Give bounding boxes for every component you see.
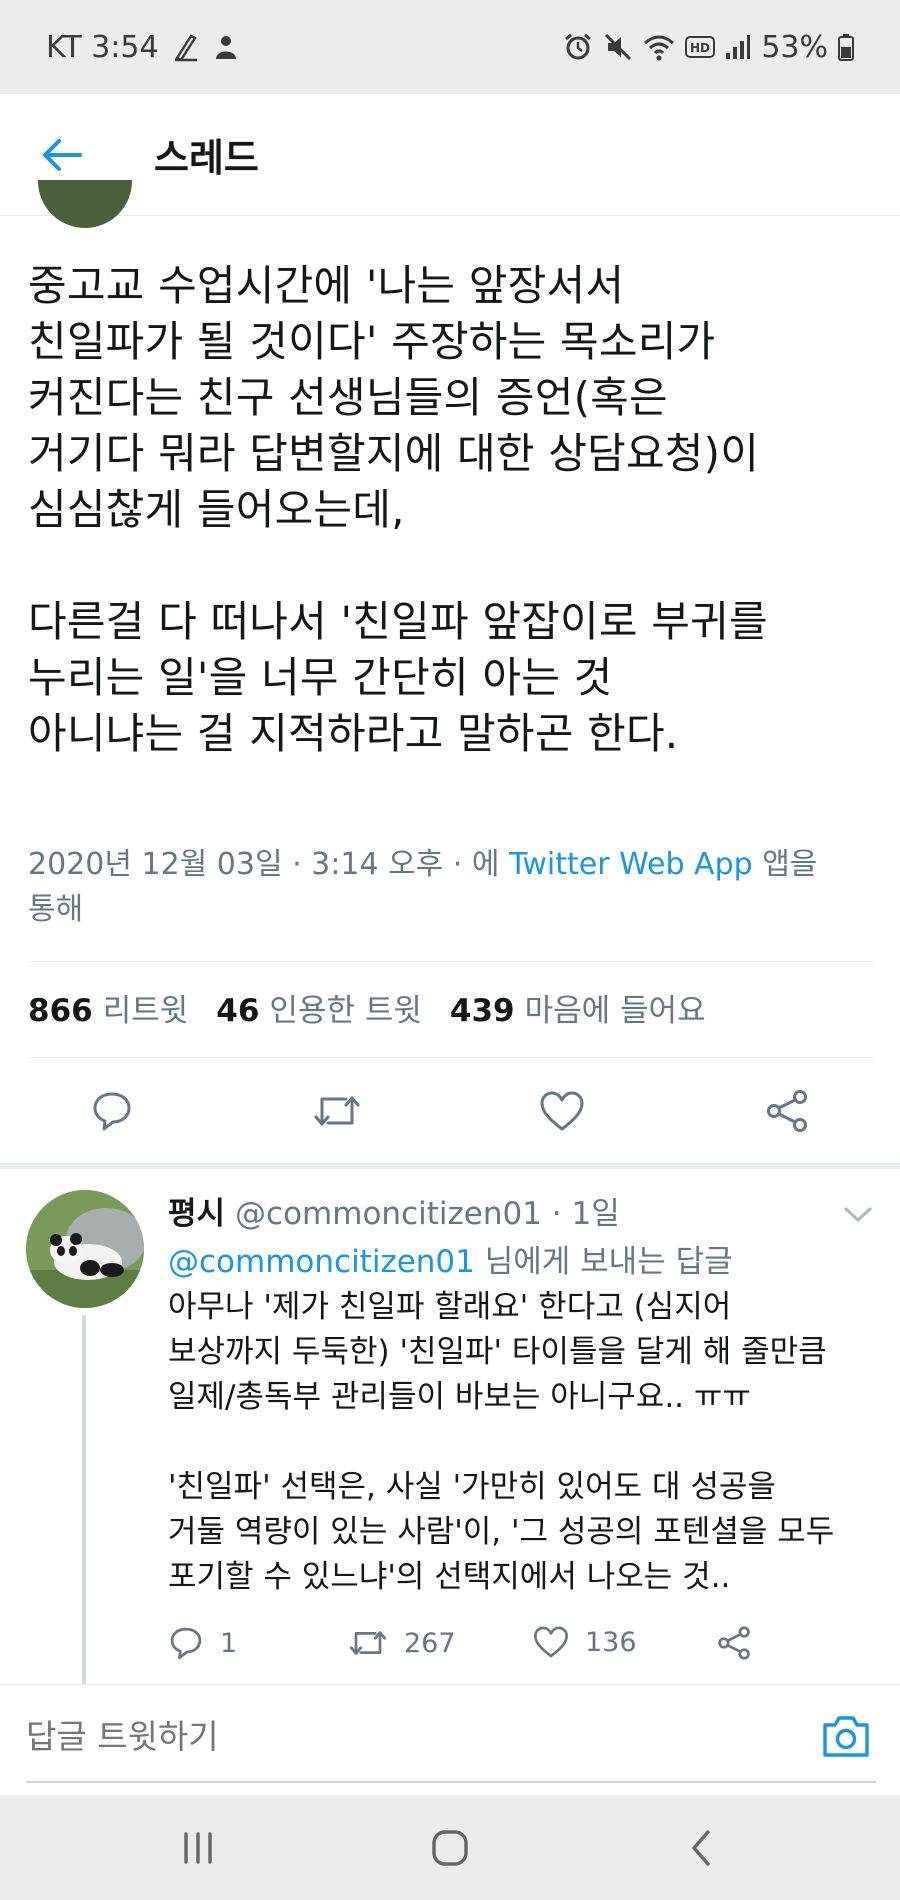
carrier-time: KT 3:54 <box>46 29 159 65</box>
status-right: HD 53% <box>563 30 854 65</box>
reply-like-count: 136 <box>585 1626 637 1658</box>
mute-icon <box>603 32 633 62</box>
home-icon <box>432 1830 468 1866</box>
quotes-label: 인용한 트윗 <box>269 993 422 1029</box>
divider <box>28 1057 874 1058</box>
app-notification-icon <box>213 33 239 61</box>
reply-retweet-count: 267 <box>404 1627 456 1659</box>
replying-to-suffix: 님에게 보내는 답글 <box>474 1244 733 1280</box>
signature-pen-icon <box>173 32 199 62</box>
retweet-button[interactable] <box>312 1086 362 1136</box>
likes-stat[interactable]: 439 마음에 들어요 <box>450 985 706 1030</box>
like-button[interactable] <box>537 1086 587 1136</box>
quotes-count: 46 <box>216 993 260 1029</box>
share-icon <box>767 1090 807 1132</box>
retweet-icon <box>314 1096 360 1126</box>
tweet-actions <box>0 1080 900 1142</box>
battery-icon <box>838 33 854 61</box>
tweet-timestamp: 2020년 12월 03일 · 3:14 오후 · 에 <box>28 847 510 882</box>
reply-compose-input[interactable] <box>26 1707 786 1767</box>
reply-actions: 1 267 136 <box>168 1625 868 1670</box>
thread-header: 스레드 <box>0 94 900 216</box>
divider <box>28 961 874 962</box>
retweets-stat[interactable]: 866 리트윗 <box>28 985 188 1030</box>
likes-count: 439 <box>449 993 515 1029</box>
share-button[interactable] <box>762 1086 812 1136</box>
reply-button[interactable] <box>87 1086 137 1136</box>
back-nav-button[interactable] <box>676 1825 726 1871</box>
reply-reply-count: 1 <box>220 1627 238 1659</box>
reply-text: 아무나 '제가 친일파 할래요' 한다고 (심지어 보상까지 두둑한) '친일파… <box>168 1289 835 1595</box>
tweet-meta: 2020년 12월 03일 · 3:14 오후 · 에 Twitter Web … <box>28 842 878 932</box>
thread-line <box>82 1315 86 1685</box>
compose-bar <box>0 1685 900 1795</box>
camera-button[interactable] <box>820 1713 872 1765</box>
reply-header: 평시 @commoncitizen01 · 1일 <box>168 1188 620 1233</box>
likes-label: 마음에 들어요 <box>524 993 706 1029</box>
share-icon <box>718 1626 750 1660</box>
reply-reply-button[interactable]: 1 <box>168 1625 237 1661</box>
retweets-count: 866 <box>28 993 93 1029</box>
replying-to: @commoncitizen01 님에게 보내는 답글 <box>168 1236 733 1281</box>
alarm-icon <box>563 32 593 62</box>
back-arrow-icon <box>43 138 82 171</box>
retweet-icon <box>349 1631 387 1655</box>
chevron-down-icon <box>844 1207 872 1222</box>
reply-tweet[interactable]: 평시 @commoncitizen01 · 1일 @commoncitizen0… <box>0 1170 900 1685</box>
reply-author-name[interactable]: 평시 <box>168 1188 225 1233</box>
chevron-left-icon <box>692 1830 710 1866</box>
recent-apps-button[interactable] <box>173 1825 223 1871</box>
system-nav-bar <box>0 1795 900 1900</box>
reply-handle-time: @commoncitizen01 · 1일 <box>235 1196 620 1232</box>
main-tweet-text: 중고교 수업시간에 '나는 앞장서서 친일파가 될 것이다' 주장하는 목소리가… <box>28 261 768 758</box>
back-button[interactable] <box>30 123 94 187</box>
recent-apps-icon <box>184 1832 212 1864</box>
panda-avatar-image <box>26 1190 144 1308</box>
hd-voice-icon: HD <box>685 34 716 60</box>
signal-icon <box>725 33 751 61</box>
status-bar: KT 3:54 HD 53% <box>0 0 900 94</box>
compose-underline <box>26 1781 876 1783</box>
reply-retweet-button[interactable]: 267 <box>348 1625 456 1661</box>
reply-menu-button[interactable] <box>838 1200 878 1230</box>
quotes-stat[interactable]: 46 인용한 트윗 <box>216 985 422 1030</box>
section-separator <box>0 1163 900 1169</box>
source-app-link[interactable]: Twitter Web App <box>509 847 753 882</box>
tweet-stats: 866 리트윗 46 인용한 트윗 439 마음에 들어요 <box>28 985 734 1030</box>
wifi-icon <box>643 33 675 61</box>
author-avatar[interactable] <box>38 180 132 228</box>
battery-percent: 53% <box>761 29 828 65</box>
reply-icon <box>93 1092 131 1131</box>
heart-icon <box>540 1091 584 1131</box>
camera-icon <box>823 1716 869 1757</box>
reply-icon <box>170 1627 202 1660</box>
home-button[interactable] <box>425 1825 475 1871</box>
reply-share-button[interactable] <box>716 1625 752 1661</box>
page-title: 스레드 <box>154 136 259 180</box>
retweets-label: 리트윗 <box>102 993 189 1029</box>
svg-text:HD: HD <box>690 41 710 55</box>
status-left: KT 3:54 <box>46 30 239 65</box>
reply-avatar[interactable] <box>26 1190 144 1308</box>
heart-icon <box>534 1626 568 1658</box>
reply-like-button[interactable]: 136 <box>533 1625 637 1659</box>
replying-to-link[interactable]: @commoncitizen01 <box>168 1244 475 1280</box>
